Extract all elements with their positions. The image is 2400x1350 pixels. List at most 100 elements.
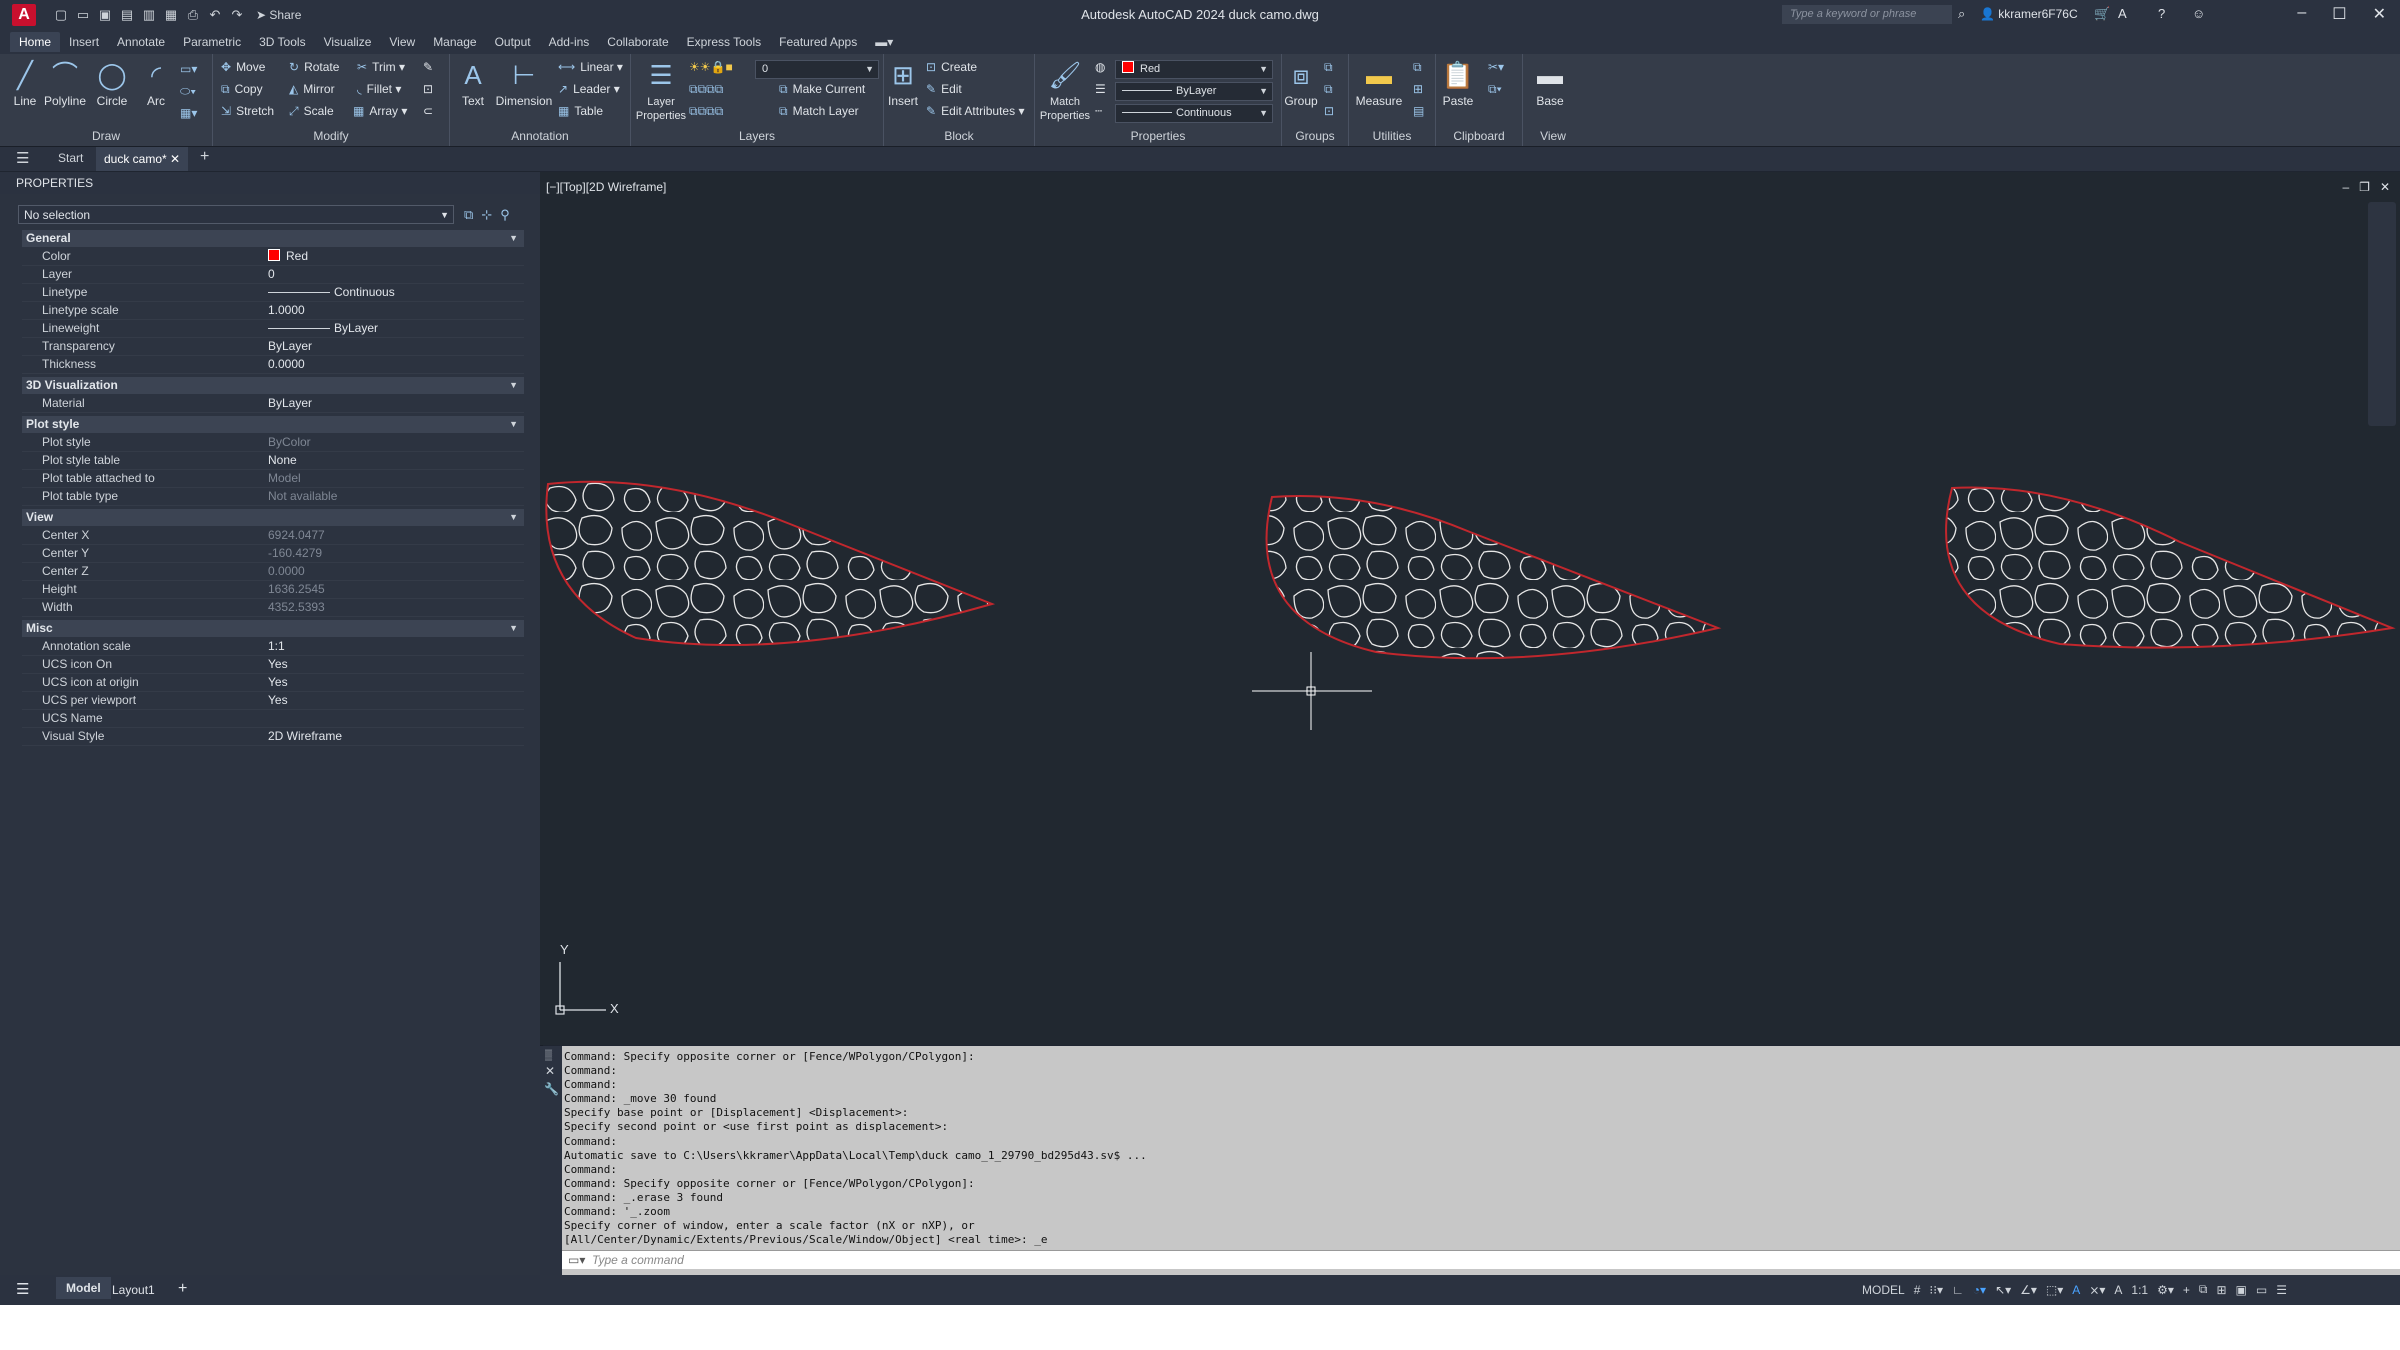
property-row[interactable]: Height 1636.2545 <box>22 581 524 599</box>
property-row[interactable]: Linetype scale 1.0000 <box>22 302 524 320</box>
autocad-logo-icon[interactable]: A <box>12 4 36 26</box>
leader-button[interactable]: ↗ Leader ▾ <box>558 82 620 96</box>
quick-select-icon[interactable]: ⚲ <box>500 207 510 223</box>
quick-select-icon[interactable]: ⧉ <box>1413 60 1422 75</box>
select-objects-icon[interactable]: ⊹ <box>481 207 492 223</box>
tab-view[interactable]: View <box>380 32 424 52</box>
match-layer-button[interactable]: ⧉ Match Layer <box>779 104 859 119</box>
view-panel-title[interactable]: View <box>1523 129 1583 143</box>
drawing-viewport[interactable]: [−][Top][2D Wireframe] – ❐ ✕ Y X <box>540 172 2400 1045</box>
edit-attributes-button[interactable]: ✎ Edit Attributes ▾ <box>926 104 1024 118</box>
tab-annotate[interactable]: Annotate <box>108 32 174 52</box>
tab-model[interactable]: Model <box>56 1277 111 1299</box>
cart-icon[interactable]: 🛒 <box>2094 6 2110 22</box>
tab-duck-camo[interactable]: duck camo* ✕ <box>96 147 189 171</box>
linear-button[interactable]: ⟷ Linear ▾ <box>558 60 623 74</box>
region-icon[interactable]: ▦▾ <box>180 106 197 120</box>
rectangle-icon[interactable]: ▭▾ <box>180 62 197 76</box>
table-button[interactable]: ▦ Table <box>558 104 603 118</box>
help-icon[interactable]: ? <box>2158 6 2165 21</box>
open-file-icon[interactable]: ▭ <box>74 6 92 24</box>
offset-icon[interactable]: ⊂ <box>423 104 433 118</box>
tab-add-ins[interactable]: Add-ins <box>540 32 599 52</box>
rotate-button[interactable]: ↻ Rotate <box>289 60 339 74</box>
close-tab-icon[interactable]: ✕ <box>170 152 180 166</box>
snap-icon[interactable]: ⁝⁝▾ <box>1929 1283 1943 1297</box>
property-row[interactable]: UCS per viewport Yes <box>22 692 524 710</box>
property-row[interactable]: Center X 6924.0477 <box>22 527 524 545</box>
section-plot-style[interactable]: Plot style ▼ <box>22 416 524 433</box>
layout-menu-icon[interactable]: ☰ <box>16 1280 29 1298</box>
camo-shape-right[interactable] <box>1945 486 2396 649</box>
scale-button[interactable]: ⤢ Scale <box>289 104 334 119</box>
close-command-icon[interactable]: ✕ <box>545 1064 555 1078</box>
lineweight-dropdown[interactable]: ByLayer ▼ <box>1115 82 1273 101</box>
command-window-handle[interactable]: ▒ ✕ 🔧 <box>540 1046 562 1275</box>
group-button[interactable]: ⧈ Group <box>1284 60 1318 108</box>
annotation-panel-title[interactable]: Annotation <box>450 129 630 143</box>
osnap-tracking-icon[interactable]: ↖▾ <box>1995 1283 2011 1297</box>
ungroup-icon[interactable]: ⧉ <box>1324 60 1333 75</box>
draw-panel-title[interactable]: Draw <box>0 129 212 143</box>
customize-wrench-icon[interactable]: 🔧 <box>544 1082 559 1096</box>
units-icon[interactable]: ⧉ <box>2199 1282 2208 1297</box>
property-row[interactable]: Plot style ByColor <box>22 434 524 452</box>
app-menu-icon[interactable]: ☰ <box>16 149 29 167</box>
user-account[interactable]: 👤 kkramer6F76C <box>1980 7 2078 21</box>
utilities-panel-title[interactable]: Utilities <box>1349 129 1435 143</box>
plot-icon[interactable]: ⎙ <box>184 6 202 24</box>
command-prompt-icon[interactable]: ▭▾ <box>568 1251 585 1270</box>
group-select-icon[interactable]: ⊡ <box>1324 104 1334 118</box>
copy-button[interactable]: ⧉ Copy <box>221 82 263 97</box>
trim-button[interactable]: ✂ Trim ▾ <box>357 60 405 74</box>
autoscale-icon[interactable]: ⨯▾ <box>2089 1283 2105 1297</box>
annotation-scale-value[interactable]: 1:1 <box>2131 1283 2148 1297</box>
property-row[interactable]: Plot table attached to Model <box>22 470 524 488</box>
quick-properties-icon[interactable]: ⊞ <box>2216 1283 2226 1297</box>
plus-icon[interactable]: + <box>2183 1283 2190 1297</box>
move-button[interactable]: ✥ Move <box>221 60 265 74</box>
camo-shape-left[interactable] <box>545 480 996 647</box>
model-space-toggle[interactable]: MODEL <box>1862 1283 1905 1297</box>
object-snap-icon[interactable]: ∠▾ <box>2020 1283 2037 1297</box>
polar-tracking-icon[interactable]: ◔▾ <box>1973 1283 1986 1297</box>
selection-dropdown[interactable]: No selection ▼ <box>18 205 454 224</box>
section-view[interactable]: View ▼ <box>22 509 524 526</box>
arc-button[interactable]: ◜ Arc <box>138 60 174 108</box>
base-button[interactable]: ▬ Base <box>1533 60 1567 108</box>
save-to-web-icon[interactable]: ▥ <box>140 6 158 24</box>
array-button[interactable]: ▦ Array ▾ <box>353 104 407 118</box>
share-button[interactable]: ➤ Share <box>256 8 301 22</box>
clipboard-panel-title[interactable]: Clipboard <box>1436 129 1522 143</box>
customization-menu-icon[interactable]: ☰ <box>2276 1283 2287 1297</box>
property-row[interactable]: Color Red <box>22 248 524 266</box>
tab-visualize[interactable]: Visualize <box>315 32 381 52</box>
settings-gear-icon[interactable]: ⚙▾ <box>2157 1283 2174 1297</box>
save-as-icon[interactable]: ▤ <box>118 6 136 24</box>
tab-output[interactable]: Output <box>486 32 540 52</box>
grid-icon[interactable]: # <box>1914 1283 1921 1297</box>
tab-parametric[interactable]: Parametric <box>174 32 250 52</box>
layer-dropdown[interactable]: 0 ▼ <box>755 60 879 79</box>
group-edit-icon[interactable]: ⧉ <box>1324 82 1333 97</box>
annotation-scale-icon[interactable]: A <box>2114 1283 2122 1297</box>
layer-tools-icons[interactable]: ⧉⧉⧉⧉ <box>689 82 723 97</box>
calculator-icon[interactable]: ▤ <box>1413 104 1424 118</box>
undo-icon[interactable]: ↶ <box>206 6 224 24</box>
clean-screen-icon[interactable]: ▭ <box>2256 1283 2267 1297</box>
stretch-button[interactable]: ⇲ Stretch <box>221 104 274 118</box>
minimize-icon[interactable]: – <box>2297 4 2306 24</box>
drag-handle-icon[interactable]: ▒ <box>545 1050 552 1061</box>
paste-button[interactable]: 📋 Paste <box>1438 60 1478 108</box>
text-button[interactable]: A Text <box>456 60 490 108</box>
command-input[interactable]: ▭▾ Type a command <box>562 1250 2400 1269</box>
property-row[interactable]: Material ByLayer <box>22 395 524 413</box>
dimension-button[interactable]: ⊢ Dimension <box>494 60 554 108</box>
make-current-button[interactable]: ⧉ Make Current <box>779 82 865 97</box>
open-web-icon[interactable]: ▦ <box>162 6 180 24</box>
property-row[interactable]: UCS icon at origin Yes <box>22 674 524 692</box>
close-icon[interactable]: ✕ <box>2373 4 2386 24</box>
ortho-icon[interactable]: ∟ <box>1952 1283 1964 1297</box>
maximize-icon[interactable]: ☐ <box>2332 4 2346 24</box>
workspace-switch-icon[interactable]: ▬▾ <box>866 32 902 52</box>
